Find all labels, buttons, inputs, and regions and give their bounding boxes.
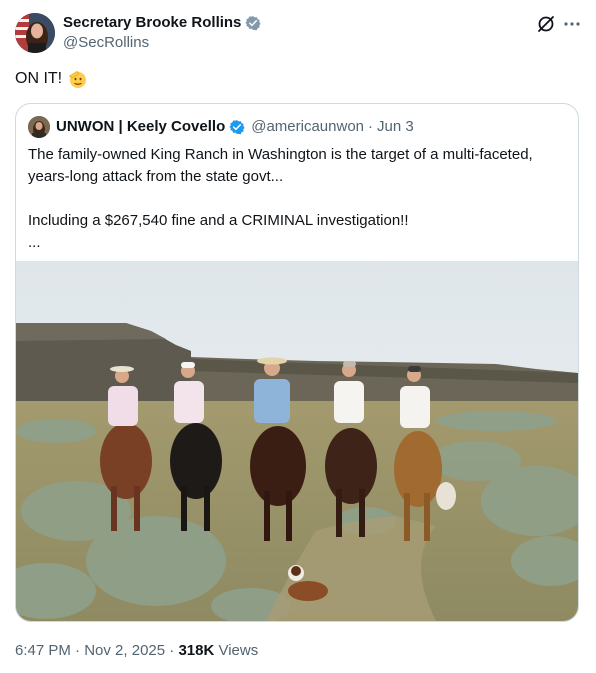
views-count: 318K	[178, 642, 215, 659]
quoted-author-name[interactable]: UNWON | Keely Covello	[56, 118, 225, 136]
author-name-text: Secretary Brooke Rollins	[63, 14, 242, 31]
quoted-text-line: Including a $267,540 fine and a CRIMINAL…	[28, 212, 409, 229]
quoted-text-line: The family-owned King Ranch in Washingto…	[28, 146, 533, 185]
views-label: Views	[218, 642, 259, 659]
quoted-author-avatar[interactable]	[28, 116, 50, 138]
author-handle[interactable]: @SecRollins	[63, 34, 149, 52]
quoted-tweet-header: UNWON | Keely Covello @americaunwon · Ju…	[56, 118, 414, 136]
ranch-riders-photo[interactable]	[16, 261, 578, 621]
quoted-tweet-text: The family-owned King Ranch in Washingto…	[28, 144, 568, 254]
meta-dot: ·	[169, 642, 175, 659]
quoted-tweet[interactable]: UNWON | Keely Covello @americaunwon · Ju…	[15, 103, 579, 622]
author-name[interactable]: Secretary Brooke Rollins	[63, 14, 262, 32]
quoted-date[interactable]: Jun 3	[377, 118, 414, 136]
tweet-time[interactable]: 6:47 PM	[15, 642, 71, 659]
verified-gray-icon	[245, 16, 262, 31]
tweet-text-content: ON IT!	[15, 70, 63, 87]
tweet: Secretary Brooke Rollins @SecRollins ON …	[0, 0, 596, 673]
quoted-text-ellipsis: ...	[28, 234, 41, 251]
tweet-date[interactable]: Nov 2, 2025	[84, 642, 165, 659]
saluting-face-icon	[68, 71, 87, 88]
tweet-text: ON IT!	[15, 68, 88, 90]
quoted-author-handle[interactable]: @americaunwon	[251, 118, 364, 136]
author-avatar[interactable]	[15, 13, 55, 53]
meta-dot: ·	[75, 642, 81, 659]
verified-blue-icon	[229, 120, 245, 135]
more-options-icon[interactable]	[562, 14, 582, 34]
tweet-meta: 6:47 PM · Nov 2, 2025 · 318K Views	[15, 642, 258, 660]
grok-icon[interactable]	[536, 14, 556, 34]
quoted-separator: ·	[368, 118, 374, 135]
